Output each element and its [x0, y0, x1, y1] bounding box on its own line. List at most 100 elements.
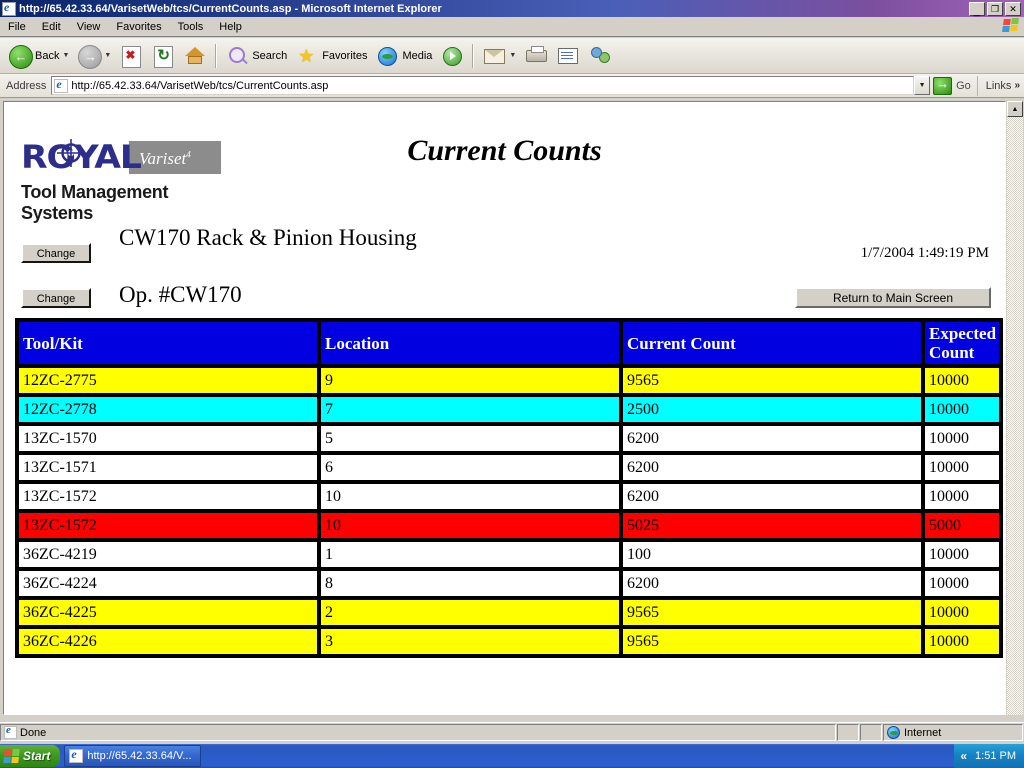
favorites-label: Favorites: [322, 49, 368, 62]
media-button[interactable]: Media: [371, 41, 436, 71]
cell-location: 8: [319, 569, 621, 598]
status-page-icon: [4, 724, 17, 739]
menu-item-view[interactable]: View: [69, 19, 109, 35]
page-icon: [54, 77, 69, 93]
menu-item-file[interactable]: File: [0, 19, 34, 35]
current-counts-table: Tool/Kit Location Current Count Expected…: [15, 318, 1003, 658]
cell-location: 2: [319, 598, 621, 627]
go-label: Go: [956, 79, 971, 92]
table-row: 36ZC-4226 3 9565 10000: [17, 627, 1001, 656]
cell-tool-kit: 12ZC-2775: [17, 366, 319, 395]
go-button[interactable]: Go: [930, 75, 977, 97]
cell-current-count: 6200: [621, 569, 923, 598]
links-button[interactable]: Links »: [976, 75, 1024, 96]
cell-expected-count: 10000: [923, 540, 1001, 569]
change-op-button[interactable]: Change: [21, 288, 91, 308]
forward-button[interactable]: → ▼: [73, 41, 115, 71]
page-vertical-scrollbar[interactable]: ▲: [1007, 101, 1023, 715]
home-button[interactable]: [179, 41, 211, 71]
status-pane-2: [837, 724, 859, 741]
cell-current-count: 6200: [621, 482, 923, 511]
system-tray: « 1:51 PM: [954, 744, 1024, 768]
restore-icon[interactable]: ❐: [987, 1, 1003, 16]
messenger-icon: [588, 44, 612, 68]
logo-tagline: Tool Management Systems: [21, 182, 169, 223]
stop-button[interactable]: [115, 41, 147, 71]
search-icon: [225, 44, 249, 68]
mail-icon: [482, 44, 506, 68]
back-button[interactable]: ← Back ▼: [4, 41, 73, 71]
taskbar-window-button[interactable]: http://65.42.33.64/V...: [64, 745, 201, 767]
return-to-main-screen-button[interactable]: Return to Main Screen: [795, 287, 991, 308]
forward-arrow-icon: →: [77, 44, 103, 69]
clock: 1:51 PM: [975, 750, 1016, 762]
minimize-icon[interactable]: _: [969, 1, 985, 17]
table-row: 36ZC-4225 2 9565 10000: [17, 598, 1001, 627]
cell-expected-count: 10000: [923, 424, 1001, 453]
column-header-expected-count: Expected Count: [923, 320, 1001, 366]
media-label: Media: [402, 49, 433, 62]
taskbar-window-label: http://65.42.33.64/V...: [87, 750, 192, 762]
menu-item-edit[interactable]: Edit: [34, 19, 69, 35]
search-label: Search: [252, 49, 288, 62]
forward-dropdown-icon[interactable]: ▼: [104, 52, 111, 59]
column-header-tool-kit: Tool/Kit: [17, 320, 319, 366]
table-row: 12ZC-2778 7 2500 10000: [17, 395, 1001, 424]
scroll-up-icon[interactable]: ▲: [1007, 101, 1023, 117]
search-button[interactable]: Search: [221, 41, 291, 71]
menu-item-tools[interactable]: Tools: [170, 19, 212, 35]
edit-page-icon: [556, 44, 580, 68]
home-icon: [183, 44, 207, 68]
cell-current-count: 9565: [621, 627, 923, 656]
start-label: Start: [23, 749, 51, 763]
address-dropdown-icon[interactable]: ▼: [914, 76, 931, 95]
address-value: http://65.42.33.64/VarisetWeb/tcs/Curren…: [71, 79, 329, 92]
edit-button[interactable]: [552, 41, 584, 71]
internet-zone-icon: [887, 726, 900, 739]
mail-button[interactable]: ▼: [478, 41, 520, 71]
tray-expand-icon[interactable]: «: [960, 749, 967, 763]
cell-expected-count: 10000: [923, 395, 1001, 424]
table-row: 13ZC-1571 6 6200 10000: [17, 453, 1001, 482]
cell-location: 5: [319, 424, 621, 453]
column-header-current-count: Current Count: [621, 320, 923, 366]
cell-tool-kit: 36ZC-4219: [17, 540, 319, 569]
chevron-right-icon: »: [1014, 80, 1020, 91]
internet-explorer-icon: [2, 0, 16, 16]
taskbar-ie-icon: [69, 747, 84, 763]
star-icon: ★: [298, 45, 315, 66]
mail-dropdown-icon[interactable]: ▼: [509, 52, 516, 59]
cell-expected-count: 10000: [923, 598, 1001, 627]
cell-tool-kit: 13ZC-1572: [17, 511, 319, 540]
back-dropdown-icon[interactable]: ▼: [62, 52, 69, 59]
cell-current-count: 5025: [621, 511, 923, 540]
status-pane-3: [860, 724, 882, 741]
change-job-button[interactable]: Change: [21, 243, 91, 263]
address-input[interactable]: http://65.42.33.64/VarisetWeb/tcs/Curren…: [51, 76, 915, 95]
print-button[interactable]: [520, 41, 552, 71]
start-button[interactable]: Start: [0, 745, 61, 767]
close-icon[interactable]: ✕: [1005, 1, 1021, 16]
status-message: Done: [20, 726, 47, 739]
browser-toolbar: ← Back ▼ → ▼ Search ★ Favorites Media: [0, 38, 1024, 74]
table-row: 36ZC-4219 1 100 10000: [17, 540, 1001, 569]
globe-icon: [375, 44, 399, 68]
taskbar: Start http://65.42.33.64/V... « 1:51 PM: [0, 744, 1024, 768]
cell-expected-count: 10000: [923, 453, 1001, 482]
cell-expected-count: 5000: [923, 511, 1001, 540]
menu-item-favorites[interactable]: Favorites: [108, 19, 169, 35]
favorites-button[interactable]: ★ Favorites: [291, 41, 371, 71]
messenger-button[interactable]: [584, 41, 616, 71]
cell-expected-count: 10000: [923, 366, 1001, 395]
operation-number: Op. #CW170: [119, 282, 242, 307]
history-button[interactable]: [436, 41, 468, 71]
cell-expected-count: 10000: [923, 627, 1001, 656]
menu-item-help[interactable]: Help: [211, 19, 250, 35]
address-label: Address: [6, 79, 47, 92]
refresh-button[interactable]: [147, 41, 179, 71]
cell-location: 10: [319, 482, 621, 511]
status-bar: Done Internet: [0, 722, 1024, 742]
address-bar: Address http://65.42.33.64/VarisetWeb/tc…: [0, 74, 1024, 98]
cell-tool-kit: 13ZC-1570: [17, 424, 319, 453]
cell-current-count: 9565: [621, 598, 923, 627]
